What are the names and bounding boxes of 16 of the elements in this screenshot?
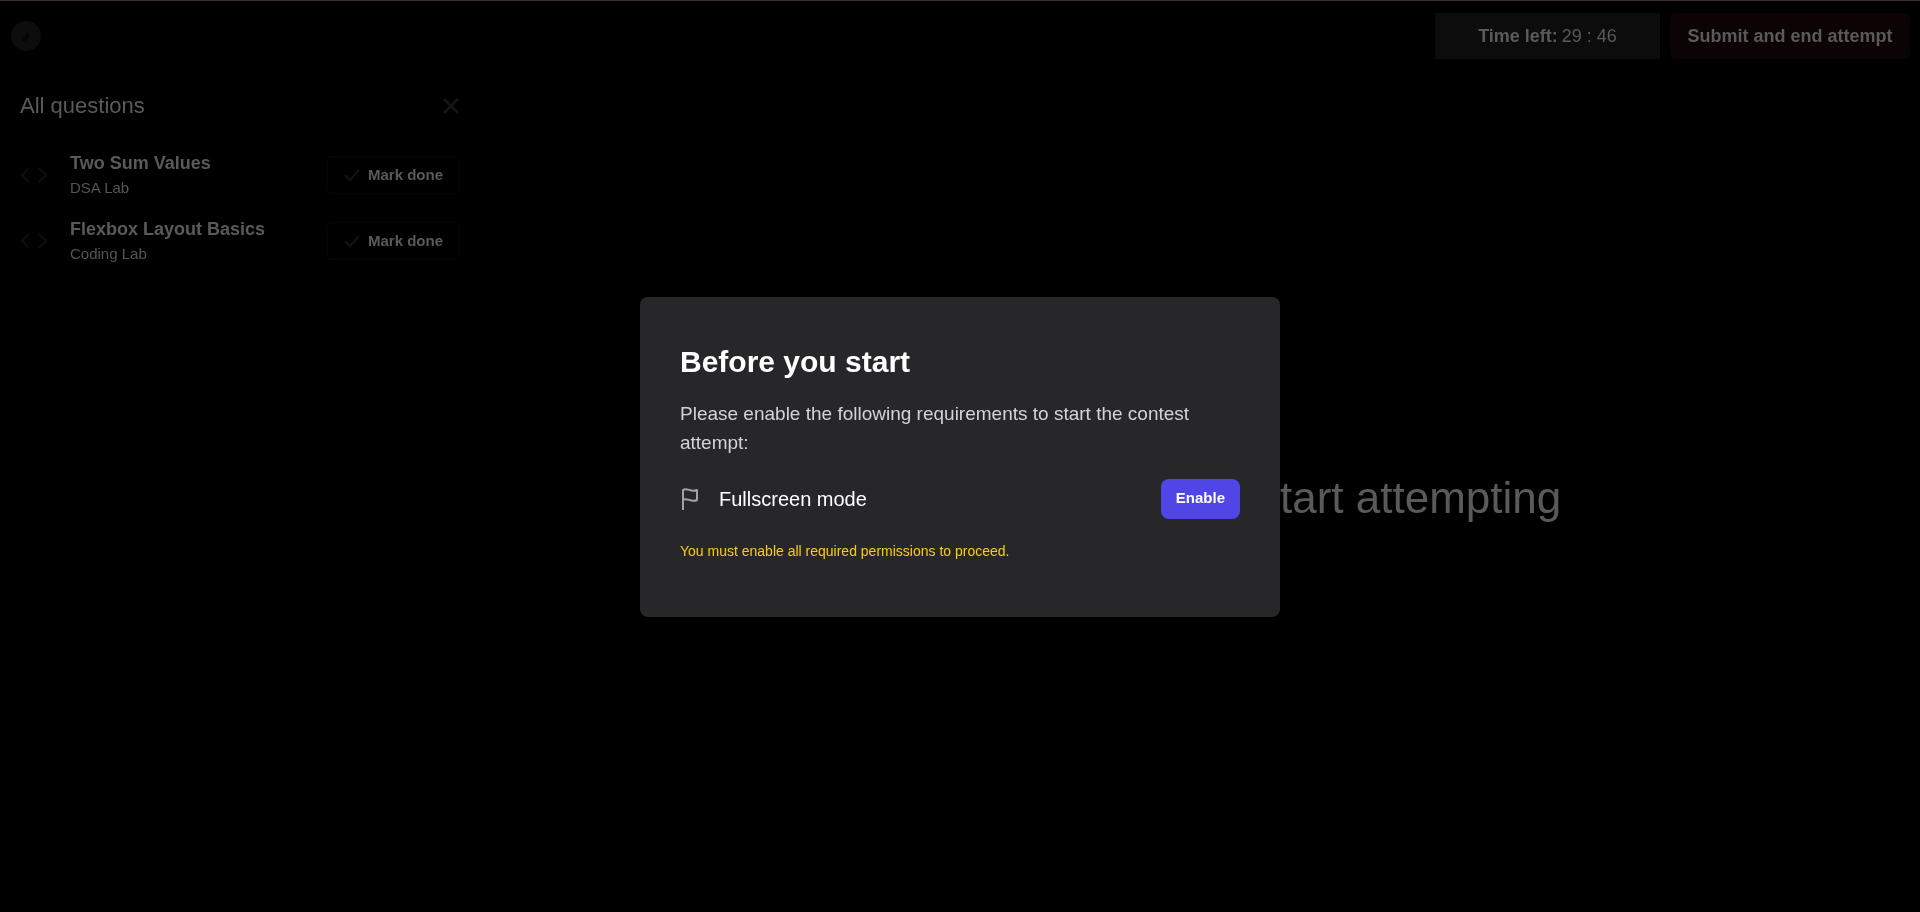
enable-button[interactable]: Enable [1160,478,1240,519]
dialog-title: Before you start [680,344,912,380]
placeholder-text: tart attempting [1280,472,1562,524]
dialog-description: Please enable the following requirements to start the contest attempt: [680,401,1191,455]
submit-button[interactable]: Submit and end attempt [1670,13,1910,59]
warning-text: You must enable all required permissions to proceed. [680,541,1011,561]
question-title[interactable]: Two Sum Values [70,150,327,178]
sidebar-title: All questions [20,92,145,120]
question-title[interactable]: Flexbox Layout Basics [70,216,327,244]
question-subtitle: DSA Lab [70,178,131,199]
requirement-label: Fullscreen mode [719,486,868,512]
timer: Time left: 29 : 46 [1435,13,1660,59]
flag-icon [680,486,700,511]
mark-done-button[interactable]: Mark done [327,222,460,260]
question-subtitle: Coding Lab [70,244,148,265]
mark-done-button[interactable]: Mark done [327,156,460,194]
